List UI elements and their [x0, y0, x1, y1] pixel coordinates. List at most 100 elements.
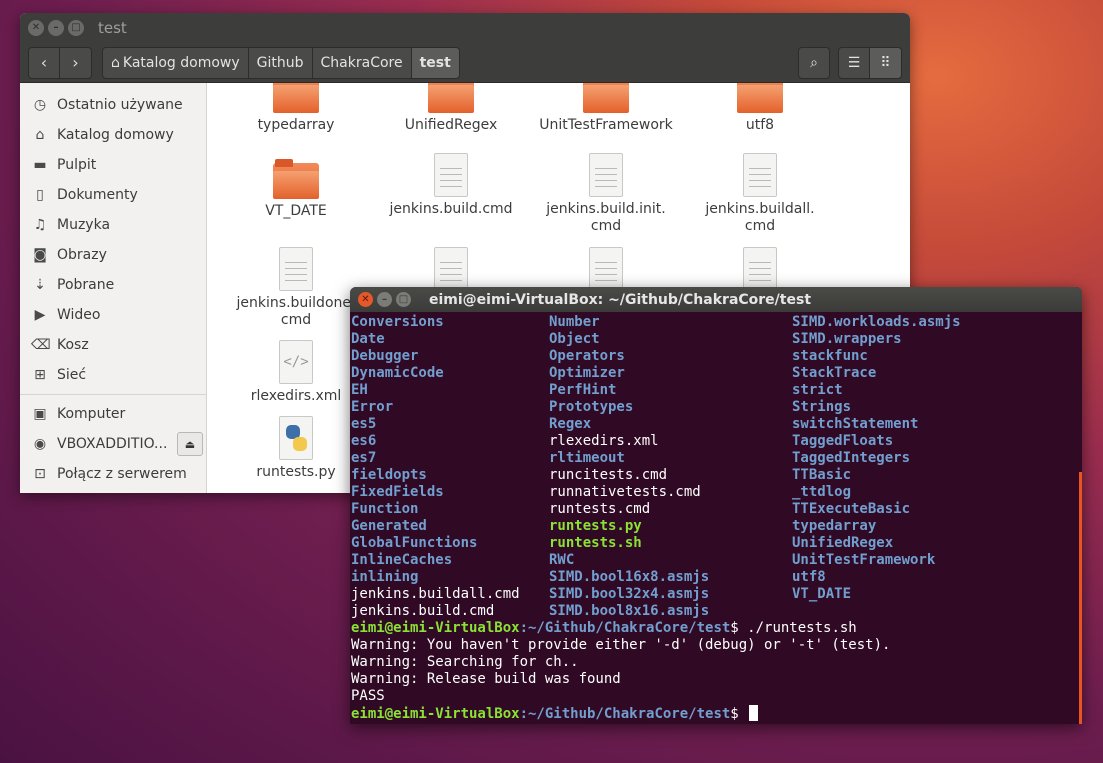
breadcrumb-test[interactable]: test [411, 46, 460, 79]
sidebar: ◷ Ostatnio używane ⌂ Katalog domowy ▬ Pulpi… [20, 83, 207, 493]
minimize-icon[interactable]: – [377, 292, 392, 307]
ls-entry: DynamicCode [351, 365, 444, 381]
ls-entry: UnitTestFramework [792, 552, 936, 568]
terminal-scrollbar[interactable] [1079, 472, 1082, 724]
breadcrumb-home[interactable]: ⌂ Katalog domowy [102, 46, 249, 79]
sidebar-item-trash[interactable]: ⌫ Kosz [20, 330, 206, 360]
file-item[interactable]: runtests.py [221, 416, 371, 481]
ls-entry: Prototypes [549, 399, 634, 415]
ls-entry: TaggedIntegers [792, 450, 911, 466]
ls-entry: SIMD.bool16x8.asmjs [549, 569, 710, 585]
ls-entry: typedarray [792, 518, 877, 534]
sidebar-item-connect-server[interactable]: ⊡ Połącz z serwerem [20, 459, 206, 489]
ls-entry: runnativetests.cmd [549, 484, 701, 500]
disc-icon: ◉ [33, 436, 47, 452]
ls-entry: rlexedirs.xml [549, 433, 659, 449]
ls-entry: Function [351, 501, 419, 517]
folder-icon: ▬ [33, 157, 47, 173]
ls-entry: stackfunc [792, 348, 868, 364]
ls-entry: GlobalFunctions [351, 535, 478, 551]
prompt-line[interactable]: eimi@eimi-VirtualBox:~/Github/ChakraCore… [351, 705, 1082, 722]
file-item[interactable]: jenkins.build.cmd [376, 153, 526, 218]
sidebar-item-pictures[interactable]: ◙ Obrazy [20, 240, 206, 270]
ls-entry: InlineCaches [351, 552, 453, 568]
ls-entry: jenkins.build.cmd [351, 603, 495, 619]
forward-button[interactable]: › [60, 46, 92, 79]
view-switcher: ☰ ⠿ [838, 46, 902, 79]
ls-column: SIMD.workloads.asmjs SIMD.wrappers stackfu… [792, 314, 1072, 620]
ls-entry: Generated [351, 518, 427, 534]
search-button[interactable]: ⌕ [798, 46, 830, 79]
file-item[interactable]: jenkins.buildone. cmd [221, 247, 371, 329]
close-icon[interactable]: ✕ [358, 292, 373, 307]
ls-entry: switchStatement [792, 416, 919, 432]
text-file-icon [743, 247, 777, 291]
file-item[interactable]: jenkins.build.init. cmd [531, 153, 681, 235]
eject-button[interactable]: ⏏ [177, 432, 203, 456]
maximize-icon[interactable]: □ [396, 292, 411, 307]
computer-icon: ▣ [33, 406, 47, 422]
home-icon: ⌂ [35, 127, 45, 143]
ls-entry: Error [351, 399, 394, 415]
sidebar-item-recent[interactable]: ◷ Ostatnio używane [20, 90, 206, 120]
chevron-right-icon: › [72, 53, 79, 72]
fm-toolbar: ‹ › ⌂ Katalog domowy Github ChakraCore t… [20, 43, 910, 83]
terminal-titlebar[interactable]: ✕ – □ eimi@eimi-VirtualBox: ~/Github/Cha… [350, 287, 1082, 312]
sidebar-item-documents[interactable]: ▯ Dokumenty [20, 180, 206, 210]
ls-entry: Date [351, 331, 385, 347]
text-file-icon [589, 247, 623, 291]
list-view-button[interactable]: ☰ [838, 46, 870, 79]
output-line: Warning: You haven't provide either '-d'… [351, 637, 891, 653]
sidebar-item-vboxadditions[interactable]: ◉ VBOXADDITIO... ⏏ [20, 429, 206, 459]
ls-entry: Debugger [351, 348, 419, 364]
trash-icon: ⌫ [31, 337, 51, 353]
file-item[interactable]: UnifiedRegex [376, 83, 526, 134]
sidebar-item-home[interactable]: ⌂ Katalog domowy [20, 120, 206, 150]
file-item[interactable]: UnitTestFramework [531, 83, 681, 134]
ls-entry: es7 [351, 450, 377, 466]
maximize-icon[interactable]: □ [68, 20, 84, 36]
ls-entry: TTExecuteBasic [792, 501, 911, 517]
command-line: eimi@eimi-VirtualBox:~/Github/ChakraCore… [351, 620, 857, 636]
breadcrumb-chakracore[interactable]: ChakraCore [312, 46, 412, 79]
folder-icon [737, 83, 783, 113]
sidebar-item-music[interactable]: ♫ Muzyka [20, 210, 206, 240]
terminal-window[interactable]: ✕ – □ eimi@eimi-VirtualBox: ~/Github/Cha… [350, 287, 1082, 724]
terminal-output[interactable]: Conversions Date Debugger DynamicCode EH Erro… [350, 312, 1082, 724]
sidebar-item-videos[interactable]: ▶ Wideo [20, 300, 206, 330]
sidebar-item-desktop[interactable]: ▬ Pulpit [20, 150, 206, 180]
ls-entry: es6 [351, 433, 377, 449]
breadcrumb-github[interactable]: Github [248, 46, 313, 79]
ls-entry: RWC [549, 552, 575, 568]
file-item[interactable]: utf8 [685, 83, 835, 134]
text-file-icon [279, 247, 313, 291]
ls-entry: VT_DATE [792, 586, 852, 602]
music-icon: ♫ [33, 217, 47, 233]
grid-view-button[interactable]: ⠿ [870, 46, 902, 79]
fm-titlebar[interactable]: ✕ – □ test [20, 13, 910, 43]
chevron-left-icon: ‹ [40, 53, 48, 72]
sidebar-divider [20, 394, 206, 395]
minimize-icon[interactable]: – [48, 20, 64, 36]
sidebar-item-computer[interactable]: ▣ Komputer [20, 399, 206, 429]
file-item[interactable]: VT_DATE [221, 159, 371, 220]
list-icon: ☰ [847, 54, 861, 71]
sidebar-item-network[interactable]: ⊞ Sieć [20, 360, 206, 390]
ls-entry: UnifiedRegex [792, 535, 894, 551]
file-item[interactable]: typedarray [221, 83, 371, 134]
terminal-title: eimi@eimi-VirtualBox: ~/Github/ChakraCor… [429, 291, 812, 308]
folder-icon [428, 83, 474, 113]
output-line: PASS [351, 688, 385, 704]
text-file-icon [589, 153, 623, 197]
download-icon: ⇣ [34, 277, 46, 293]
ls-entry: fieldopts [351, 467, 427, 483]
file-item[interactable]: jenkins.buildall. cmd [685, 153, 835, 235]
ls-entry: Operators [549, 348, 625, 364]
ls-entry: Optimizer [549, 365, 625, 381]
text-file-icon [743, 153, 777, 197]
back-button[interactable]: ‹ [28, 46, 60, 79]
close-icon[interactable]: ✕ [28, 20, 44, 36]
sidebar-item-downloads[interactable]: ⇣ Pobrane [20, 270, 206, 300]
ls-entry: EH [351, 382, 368, 398]
file-item[interactable]: </> rlexedirs.xml [221, 340, 371, 405]
